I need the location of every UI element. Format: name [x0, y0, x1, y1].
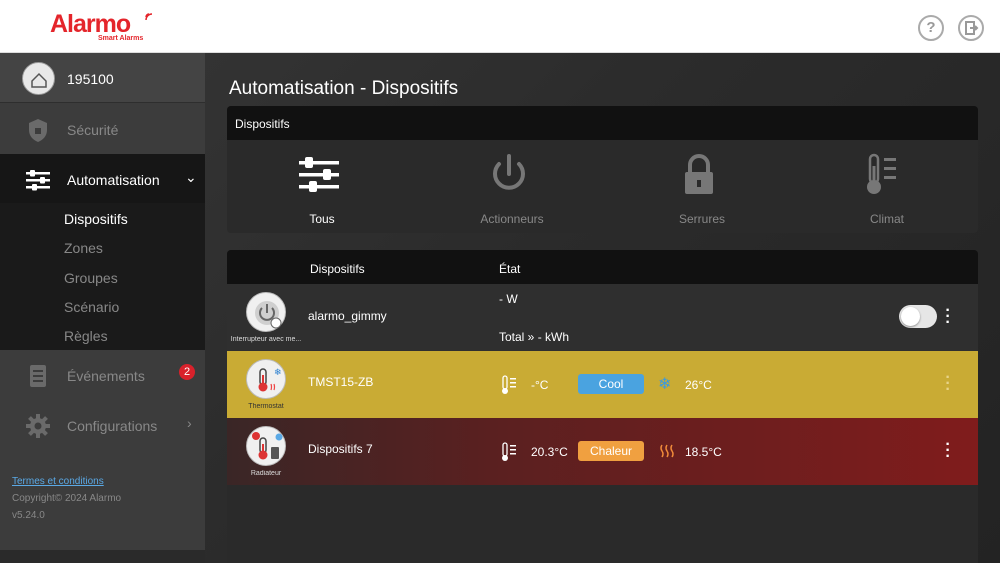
- target-temperature: 18.5°C: [685, 445, 722, 459]
- panel-title: Dispositifs: [235, 117, 290, 131]
- current-temperature: 20.3°C: [531, 445, 568, 459]
- nav-label: Sécurité: [67, 122, 119, 138]
- devices-table: Dispositifs État Interrupteur avec me...…: [227, 250, 978, 563]
- thermometer-icon: [502, 442, 516, 461]
- device-type: Thermostat: [248, 403, 284, 410]
- svg-text:❄: ❄: [274, 368, 282, 378]
- version-text: v5.24.0: [12, 510, 45, 521]
- sliders-icon: [299, 157, 339, 192]
- category-climat[interactable]: Climat: [792, 140, 978, 233]
- top-bar: Alarmo Smart Alarms ?: [0, 0, 1000, 53]
- list-icon: [30, 365, 46, 387]
- more-options-icon[interactable]: · · ·: [943, 370, 953, 398]
- logo-tagline: Smart Alarms: [98, 35, 144, 42]
- nav-label: Automatisation: [67, 172, 160, 188]
- target-temperature: 26°C: [685, 378, 712, 392]
- nav-label: Événements: [67, 368, 145, 384]
- device-avatar: [246, 426, 286, 466]
- power-icon: [493, 154, 525, 190]
- category-label: Actionneurs: [480, 212, 544, 226]
- house-icon: [31, 72, 47, 88]
- toggle-knob: [901, 307, 920, 326]
- category-label: Serrures: [678, 212, 725, 226]
- heat-icon: [660, 444, 674, 458]
- terms-link[interactable]: Termes et conditions: [12, 476, 104, 487]
- thermostat-icon: ❄: [258, 368, 282, 392]
- mode-badge: Cool: [578, 374, 644, 394]
- chevron-down-icon: ⌄: [185, 169, 197, 185]
- sidebar: 195100 Sécurité Automatisation ⌄ Disposi…: [0, 53, 205, 550]
- category-panel: Dispositifs Tous Actionneurs Serrures Cl…: [227, 106, 978, 233]
- column-header-devices: Dispositifs: [310, 262, 365, 276]
- panel-header: Dispositifs: [227, 106, 978, 140]
- device-avatar: ❄: [246, 359, 286, 399]
- more-options-icon[interactable]: · · ·: [943, 437, 953, 465]
- table-row[interactable]: Interrupteur avec me... alarmo_gimmy - W…: [227, 284, 978, 351]
- category-actionneurs[interactable]: Actionneurs: [417, 140, 607, 233]
- submenu-scenario[interactable]: Scénario: [64, 299, 119, 315]
- thermometer-icon: [867, 153, 896, 194]
- snowflake-icon: ❄: [658, 376, 672, 393]
- energy-total: Total » - kWh: [499, 330, 570, 344]
- lock-icon: [685, 154, 713, 194]
- device-name: TMST15-ZB: [308, 375, 374, 389]
- main-content: Automatisation - Dispositifs Dispositifs…: [205, 53, 1000, 563]
- device-name: alarmo_gimmy: [308, 309, 387, 323]
- power-switch-icon: [255, 301, 282, 329]
- more-options-icon[interactable]: · · ·: [943, 303, 953, 331]
- question-icon: ?: [926, 19, 936, 36]
- table-row[interactable]: Radiateur Dispositifs 7 20.3°C Chaleur 1…: [227, 418, 978, 485]
- logout-icon: [965, 21, 979, 35]
- power-value: - W: [499, 292, 518, 306]
- device-name: Dispositifs 7: [308, 442, 373, 456]
- current-temperature: -°C: [531, 378, 549, 392]
- table-row[interactable]: ❄ Thermostat TMST15-ZB -°C Cool ❄ 26°C ·…: [227, 351, 978, 418]
- shield-icon: [29, 119, 47, 142]
- alarmo-logo[interactable]: Alarmo Smart Alarms: [50, 10, 160, 44]
- device-toggle[interactable]: [899, 305, 937, 328]
- nav-configurations[interactable]: Configurations ›: [0, 400, 205, 450]
- logout-button[interactable]: [958, 15, 984, 41]
- category-serrures[interactable]: Serrures: [607, 140, 797, 233]
- category-tous[interactable]: Tous: [227, 140, 417, 233]
- nav-evenements[interactable]: Événements 2: [0, 350, 205, 400]
- submenu: Dispositifs Zones Groupes Scénario Règle…: [0, 203, 205, 350]
- signal-icon: [145, 13, 153, 21]
- chevron-right-icon: ›: [187, 415, 192, 431]
- category-label: Climat: [869, 212, 904, 226]
- device-avatar: [246, 292, 286, 332]
- help-button[interactable]: ?: [918, 15, 944, 41]
- nav-label: Configurations: [67, 418, 158, 434]
- device-type: Radiateur: [250, 470, 282, 477]
- nav-securite[interactable]: Sécurité: [0, 104, 205, 154]
- device-type: Interrupteur avec me...: [230, 336, 302, 343]
- mode-badge: Chaleur: [578, 441, 644, 461]
- column-header-state: État: [499, 262, 521, 276]
- avatar: [22, 62, 55, 95]
- thermometer-icon: [502, 375, 516, 394]
- gear-icon: [26, 414, 50, 438]
- submenu-regles[interactable]: Règles: [64, 328, 108, 344]
- user-profile[interactable]: 195100: [0, 53, 205, 103]
- page-title: Automatisation - Dispositifs: [229, 78, 459, 99]
- user-name: 195100: [67, 71, 114, 87]
- radiator-icon: [252, 432, 283, 460]
- sliders-icon: [26, 170, 50, 191]
- category-label: Tous: [309, 212, 335, 226]
- submenu-groupes[interactable]: Groupes: [64, 270, 118, 286]
- table-header: Dispositifs État: [227, 250, 978, 284]
- submenu-zones[interactable]: Zones: [64, 240, 103, 256]
- copyright-text: Copyright© 2024 Alarmo: [12, 493, 122, 504]
- submenu-dispositifs[interactable]: Dispositifs: [64, 211, 128, 227]
- nav-automatisation[interactable]: Automatisation ⌄: [0, 154, 205, 204]
- notification-badge: 2: [179, 364, 195, 380]
